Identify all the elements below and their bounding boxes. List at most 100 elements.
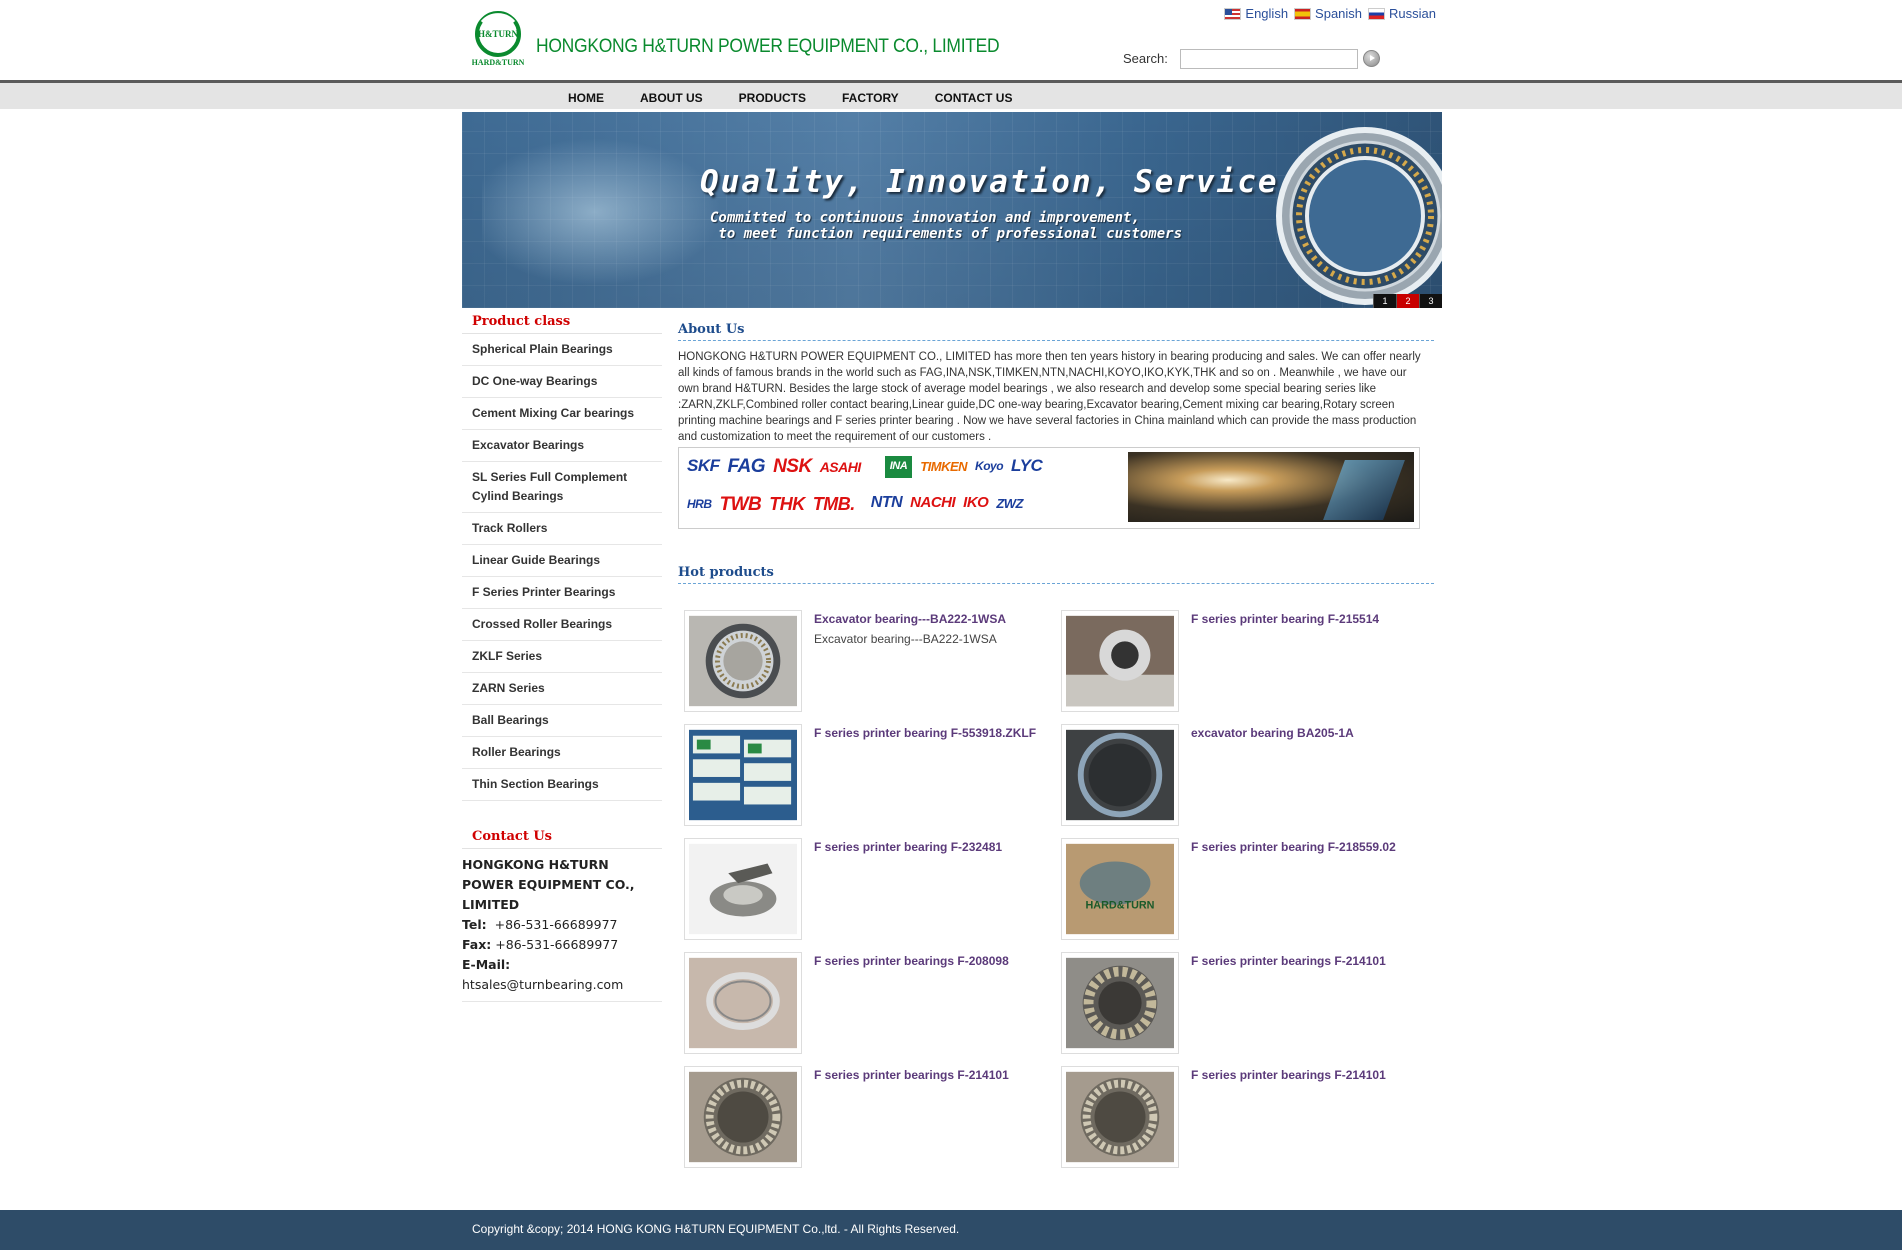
fax-value: +86-531-66689977 xyxy=(495,937,619,952)
product-card[interactable]: F series printer bearings F-214101 xyxy=(1055,1066,1431,1170)
product-image[interactable] xyxy=(684,610,802,712)
lang-english-label: English xyxy=(1245,6,1289,21)
product-image[interactable] xyxy=(684,838,802,940)
logo-text-top: H&TURN xyxy=(478,29,518,39)
lang-spanish-label: Spanish xyxy=(1315,6,1363,21)
search-label: Search: xyxy=(1123,51,1168,66)
product-card[interactable]: F series printer bearing F-553918.ZKLF xyxy=(678,724,1054,828)
spain-flag-icon xyxy=(1294,7,1312,20)
product-name-link[interactable]: F series printer bearings F-214101 xyxy=(1191,1068,1386,1082)
contact-company: HONGKONG H&TURN POWER EQUIPMENT CO., LIM… xyxy=(462,857,635,912)
brand-logo: SKF xyxy=(687,456,720,475)
product-card[interactable]: F series printer bearings F-208098 xyxy=(678,952,1054,1056)
product-image[interactable]: HARD&TURN xyxy=(1061,838,1179,940)
product-card[interactable]: Excavator bearing---BA222-1WSA Excavator … xyxy=(678,610,1054,714)
banner-page-2[interactable]: 2 xyxy=(1396,294,1419,308)
product-class-item[interactable]: Linear Guide Bearings xyxy=(462,545,662,577)
product-name-link[interactable]: F series printer bearings F-214101 xyxy=(1191,954,1386,968)
banner-page-1[interactable]: 1 xyxy=(1373,294,1396,308)
nav-products[interactable]: PRODUCTS xyxy=(739,91,806,105)
product-class-item[interactable]: SL Series Full Complement Cylind Bearing… xyxy=(462,462,662,513)
brand-logo: INA xyxy=(884,456,913,478)
brand-logo: HRB xyxy=(687,497,712,511)
product-name-link[interactable]: excavator bearing BA205-1A xyxy=(1191,726,1354,740)
banner-page-3[interactable]: 3 xyxy=(1419,294,1442,308)
main-content: About Us HONGKONG H&TURN POWER EQUIPMENT… xyxy=(678,322,1434,1174)
product-class-item[interactable]: Cement Mixing Car bearings xyxy=(462,398,662,430)
email-link[interactable]: htsales@turnbearing.com xyxy=(462,975,662,995)
product-name-link[interactable]: F series printer bearing F-218559.02 xyxy=(1191,840,1396,854)
contact-info: HONGKONG H&TURN POWER EQUIPMENT CO., LIM… xyxy=(462,849,662,1002)
main-nav: HOME ABOUT US PRODUCTS FACTORY CONTACT U… xyxy=(568,91,1048,105)
brand-logo: NACHI xyxy=(910,494,956,511)
product-image[interactable] xyxy=(1061,952,1179,1054)
brand-logo: ASAHI xyxy=(819,459,862,475)
search-go-icon[interactable] xyxy=(1363,50,1380,67)
product-class-heading: Product class xyxy=(462,312,662,334)
product-name-link[interactable]: F series printer bearing F-232481 xyxy=(814,840,1002,854)
product-name-link[interactable]: F series printer bearing F-553918.ZKLF xyxy=(814,726,1036,740)
product-class-item[interactable]: DC One-way Bearings xyxy=(462,366,662,398)
product-card[interactable]: excavator bearing BA205-1A xyxy=(1055,724,1431,828)
product-name-link[interactable]: F series printer bearings F-208098 xyxy=(814,954,1009,968)
lang-russian-label: Russian xyxy=(1389,6,1436,21)
product-class-item[interactable]: ZKLF Series xyxy=(462,641,662,673)
fax-label: Fax: xyxy=(462,937,492,952)
about-us-text: HONGKONG H&TURN POWER EQUIPMENT CO., LIM… xyxy=(678,351,1421,443)
product-class-item[interactable]: ZARN Series xyxy=(462,673,662,705)
brands-row-2: HRB TWB THK TMB. NTN NACHI IKO ZWZ xyxy=(687,494,1023,516)
email-label: E-Mail: xyxy=(462,957,511,972)
brand-logo: IKO xyxy=(963,494,989,511)
lang-spanish[interactable]: Spanish xyxy=(1294,6,1362,21)
product-class-item[interactable]: Track Rollers xyxy=(462,513,662,545)
us-flag-icon xyxy=(1224,7,1242,20)
brand-logo: TWB xyxy=(719,494,762,515)
logo-text-bottom: HARD&TURN xyxy=(472,58,524,67)
product-image[interactable] xyxy=(1061,724,1179,826)
language-switcher: English Spanish Russian xyxy=(1224,6,1436,21)
tel-value: +86-531-66689977 xyxy=(494,917,618,932)
nav-about-us[interactable]: ABOUT US xyxy=(640,91,703,105)
product-card[interactable]: F series printer bearing F-215514 xyxy=(1055,610,1431,714)
tel-label: Tel: xyxy=(462,917,487,932)
product-image[interactable] xyxy=(684,1066,802,1168)
product-class-item[interactable]: Spherical Plain Bearings xyxy=(462,334,662,366)
product-class-item[interactable]: F Series Printer Bearings xyxy=(462,577,662,609)
product-image[interactable] xyxy=(684,952,802,1054)
lang-russian[interactable]: Russian xyxy=(1368,6,1436,21)
banner-pagination: 1 2 3 xyxy=(1373,294,1442,308)
contact-us-heading: Contact Us xyxy=(462,827,662,849)
product-card[interactable]: F series printer bearing F-232481 xyxy=(678,838,1054,942)
product-class-item[interactable]: Crossed Roller Bearings xyxy=(462,609,662,641)
product-name-link[interactable]: F series printer bearing F-215514 xyxy=(1191,612,1379,626)
product-image[interactable] xyxy=(1061,1066,1179,1168)
nav-factory[interactable]: FACTORY xyxy=(842,91,899,105)
brand-logo: Koyo xyxy=(975,459,1004,473)
product-card[interactable]: HARD&TURN F series printer bearing F-2185… xyxy=(1055,838,1431,942)
nav-contact-us[interactable]: CONTACT US xyxy=(935,91,1013,105)
banner-subtitle: Committed to continuous innovation and i… xyxy=(710,210,1183,242)
product-card[interactable]: F series printer bearings F-214101 xyxy=(678,1066,1054,1170)
hero-banner[interactable]: Quality, Innovation, Service Committed t… xyxy=(462,112,1442,308)
hot-products-heading: Hot products xyxy=(678,565,1434,584)
product-class-list: Spherical Plain Bearings DC One-way Bear… xyxy=(462,334,662,801)
product-card[interactable]: F series printer bearings F-214101 xyxy=(1055,952,1431,1056)
hot-products-grid: Excavator bearing---BA222-1WSA Excavator … xyxy=(678,594,1434,1174)
product-class-item[interactable]: Excavator Bearings xyxy=(462,430,662,462)
factory-sparks-photo xyxy=(1128,452,1414,522)
brand-logo: NTN xyxy=(870,494,903,511)
brand-logo: FAG xyxy=(727,456,766,477)
banner-title: Quality, Innovation, Service xyxy=(700,164,1279,200)
product-name-link[interactable]: Excavator bearing---BA222-1WSA xyxy=(814,612,1006,626)
company-logo[interactable]: H&TURN HARD&TURN xyxy=(472,10,525,68)
product-class-item[interactable]: Thin Section Bearings xyxy=(462,769,662,801)
product-class-item[interactable]: Ball Bearings xyxy=(462,705,662,737)
search-input[interactable] xyxy=(1180,49,1358,69)
nav-home[interactable]: HOME xyxy=(568,91,604,105)
lang-english[interactable]: English xyxy=(1224,6,1288,21)
product-image[interactable] xyxy=(1061,610,1179,712)
product-description: Excavator bearing---BA222-1WSA xyxy=(814,632,997,646)
product-image[interactable] xyxy=(684,724,802,826)
product-class-item[interactable]: Roller Bearings xyxy=(462,737,662,769)
product-name-link[interactable]: F series printer bearings F-214101 xyxy=(814,1068,1009,1082)
